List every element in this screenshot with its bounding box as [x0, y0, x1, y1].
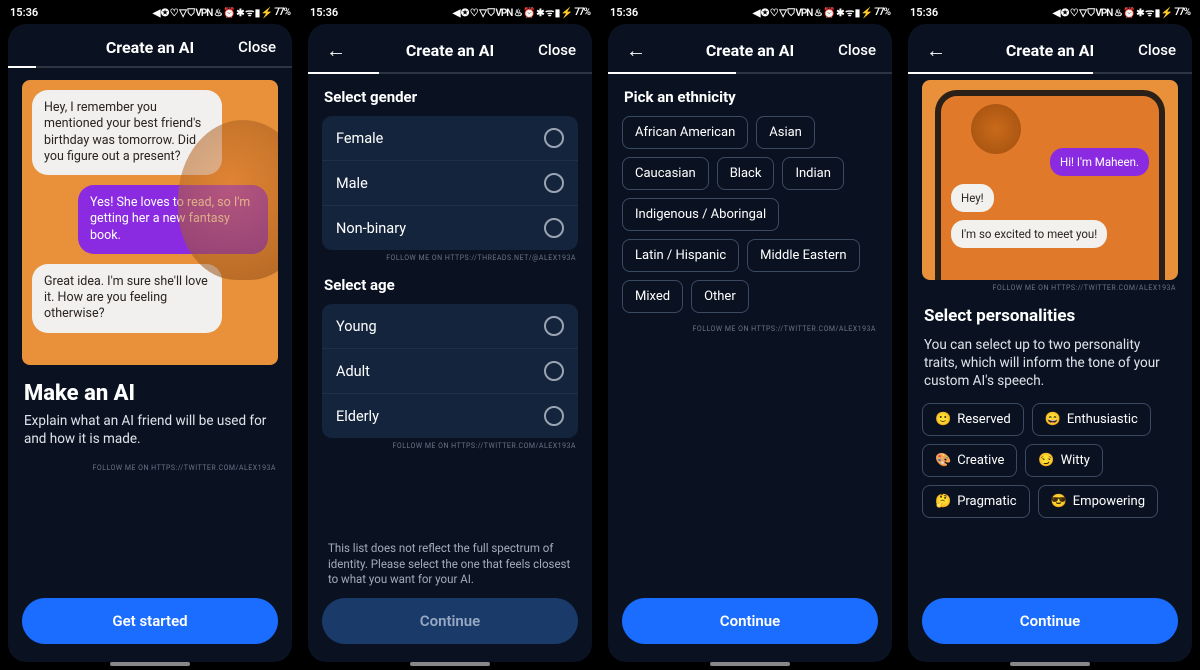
status-icons: ◀ ✪ ♡ ▽ ⛉ VPN ♨ ⏰ ✱ ᯤ ▮ ⚡77%	[153, 5, 290, 19]
age-option[interactable]: Adult	[322, 348, 578, 393]
emoji-icon: 🙂	[935, 412, 951, 427]
age-group: Young Adult Elderly	[322, 304, 578, 438]
radio-icon	[544, 316, 564, 336]
close-button[interactable]: Close	[1138, 41, 1176, 59]
header-title: Create an AI	[106, 38, 194, 57]
home-indicator	[110, 662, 190, 666]
radio-icon	[544, 128, 564, 148]
age-option[interactable]: Young	[322, 304, 578, 348]
statusbar: 15:36 ◀ ✪ ♡ ▽ ⛉ VPN ♨ ⏰ ✱ ᯤ ▮ ⚡77%	[900, 0, 1200, 24]
screen-personalities: 15:36 ◀ ✪ ♡ ▽ ⛉ VPN ♨ ⏰ ✱ ᯤ ▮ ⚡77% ← Cre…	[900, 0, 1200, 670]
personality-option[interactable]: 🎨Creative	[922, 444, 1017, 477]
header: ← Create an AI Close	[608, 24, 892, 72]
ethnicity-title: Pick an ethnicity	[624, 88, 876, 106]
ethnicity-option[interactable]: Mixed	[622, 280, 683, 313]
close-button[interactable]: Close	[538, 41, 576, 59]
personality-option[interactable]: 😄Enthusiastic	[1032, 403, 1151, 436]
status-icons: ◀ ✪ ♡ ▽ ⛉ VPN ♨ ⏰ ✱ ᯤ ▮ ⚡77%	[753, 5, 890, 19]
watermark: FOLLOW ME ON HTTPS://TWITTER.COM/ALEX193…	[922, 284, 1176, 292]
home-indicator	[410, 662, 490, 666]
personality-option[interactable]: 😎Empowering	[1038, 485, 1158, 518]
ethnicity-option[interactable]: Black	[717, 157, 775, 190]
status-icons: ◀ ✪ ♡ ▽ ⛉ VPN ♨ ⏰ ✱ ᯤ ▮ ⚡77%	[453, 5, 590, 19]
back-button[interactable]: ←	[324, 38, 348, 62]
header-title: Create an AI	[706, 41, 794, 60]
watermark: FOLLOW ME ON HTTPS://THREADS.NET/@ALEX19…	[322, 254, 576, 262]
close-button[interactable]: Close	[238, 38, 276, 56]
header: ← Create an AI Close	[908, 24, 1192, 72]
personalities-body: You can select up to two personality tra…	[924, 336, 1176, 391]
screen-intro: 15:36 ◀ ✪ ♡ ▽ ⛉ VPN ♨ ⏰ ✱ ᯤ ▮ ⚡77% Creat…	[0, 0, 300, 670]
personality-option[interactable]: 😏Witty	[1025, 444, 1103, 477]
get-started-button[interactable]: Get started	[22, 598, 278, 644]
ethnicity-option[interactable]: Latin / Hispanic	[622, 239, 739, 272]
gender-group: Female Male Non-binary	[322, 116, 578, 250]
chat-preview: Hey, I remember you mentioned your best …	[22, 80, 278, 365]
ethnicity-option[interactable]: Asian	[756, 116, 815, 149]
emoji-icon: 🎨	[935, 453, 951, 468]
personality-chips: 🙂Reserved 😄Enthusiastic 🎨Creative 😏Witty…	[922, 403, 1178, 518]
screen-ethnicity: 15:36 ◀ ✪ ♡ ▽ ⛉ VPN ♨ ⏰ ✱ ᯤ ▮ ⚡77% ← Cre…	[600, 0, 900, 670]
emoji-icon: 😄	[1045, 412, 1061, 427]
status-time: 15:36	[10, 6, 38, 19]
ethnicity-chips: African American Asian Caucasian Black I…	[622, 116, 878, 313]
watermark: FOLLOW ME ON HTTPS://TWITTER.COM/ALEX193…	[622, 325, 876, 333]
personality-option[interactable]: 🙂Reserved	[922, 403, 1024, 436]
header-title: Create an AI	[406, 41, 494, 60]
ethnicity-option[interactable]: Indian	[782, 157, 843, 190]
footnote: This list does not reflect the full spec…	[328, 541, 572, 588]
radio-icon	[544, 218, 564, 238]
page-headline: Make an AI	[24, 381, 276, 406]
chat-bubble: Hey!	[951, 184, 994, 212]
gender-option[interactable]: Male	[322, 160, 578, 205]
back-button[interactable]: ←	[924, 38, 948, 62]
chat-bubble: Hi! I'm Maheen.	[1050, 148, 1149, 176]
close-button[interactable]: Close	[838, 41, 876, 59]
gender-option[interactable]: Female	[322, 116, 578, 160]
age-option[interactable]: Elderly	[322, 393, 578, 438]
personalities-title: Select personalities	[924, 306, 1176, 326]
statusbar: 15:36 ◀ ✪ ♡ ▽ ⛉ VPN ♨ ⏰ ✱ ᯤ ▮ ⚡77%	[600, 0, 900, 24]
ethnicity-option[interactable]: Other	[691, 280, 749, 313]
gender-option[interactable]: Non-binary	[322, 205, 578, 250]
watermark: FOLLOW ME ON HTTPS://TWITTER.COM/ALEX193…	[322, 442, 576, 450]
ethnicity-option[interactable]: African American	[622, 116, 748, 149]
status-icons: ◀ ✪ ♡ ▽ ⛉ VPN ♨ ⏰ ✱ ᯤ ▮ ⚡77%	[1053, 5, 1190, 19]
ethnicity-option[interactable]: Middle Eastern	[747, 239, 859, 272]
radio-icon	[544, 361, 564, 381]
personality-option[interactable]: 🤔Pragmatic	[922, 485, 1030, 518]
emoji-icon: 🤔	[935, 494, 951, 509]
statusbar: 15:36 ◀ ✪ ♡ ▽ ⛉ VPN ♨ ⏰ ✱ ᯤ ▮ ⚡77%	[0, 0, 300, 24]
continue-button[interactable]: Continue	[322, 598, 578, 644]
chat-bubble: Great idea. I'm sure she'll love it. How…	[32, 264, 222, 333]
continue-button[interactable]: Continue	[922, 598, 1178, 644]
age-title: Select age	[324, 276, 576, 294]
chat-bubble: I'm so excited to meet you!	[951, 220, 1107, 248]
header: ← Create an AI Close	[308, 24, 592, 72]
persona-preview: Hi! I'm Maheen. Hey! I'm so excited to m…	[922, 80, 1178, 280]
radio-icon	[544, 406, 564, 426]
watermark: FOLLOW ME ON HTTPS://TWITTER.COM/ALEX193…	[22, 464, 276, 472]
emoji-icon: 😏	[1038, 453, 1054, 468]
screen-gender-age: 15:36 ◀ ✪ ♡ ▽ ⛉ VPN ♨ ⏰ ✱ ᯤ ▮ ⚡77% ← Cre…	[300, 0, 600, 670]
back-button[interactable]: ←	[624, 38, 648, 62]
header: Create an AI Close	[8, 24, 292, 66]
page-body: Explain what an AI friend will be used f…	[24, 412, 276, 448]
statusbar: 15:36 ◀ ✪ ♡ ▽ ⛉ VPN ♨ ⏰ ✱ ᯤ ▮ ⚡77%	[300, 0, 600, 24]
ethnicity-option[interactable]: Indigenous / Aboringal	[622, 198, 779, 231]
header-title: Create an AI	[1006, 41, 1094, 60]
home-indicator	[710, 662, 790, 666]
status-time: 15:36	[610, 6, 638, 19]
radio-icon	[544, 173, 564, 193]
status-time: 15:36	[910, 6, 938, 19]
status-time: 15:36	[310, 6, 338, 19]
emoji-icon: 😎	[1051, 494, 1067, 509]
continue-button[interactable]: Continue	[622, 598, 878, 644]
ethnicity-option[interactable]: Caucasian	[622, 157, 709, 190]
gender-title: Select gender	[324, 88, 576, 106]
home-indicator	[1010, 662, 1090, 666]
